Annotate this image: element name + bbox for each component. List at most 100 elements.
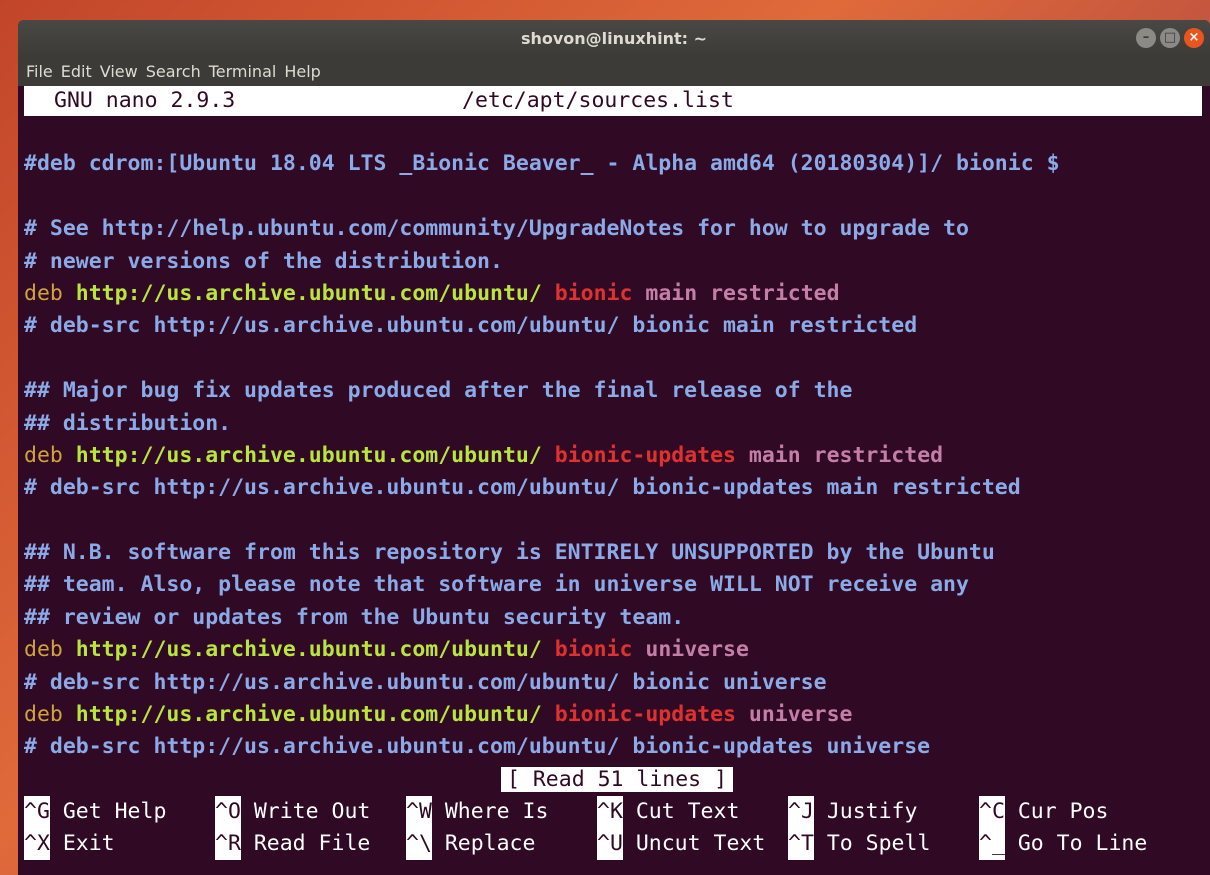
editor-line[interactable] xyxy=(24,181,1210,213)
components: universe xyxy=(645,637,749,663)
editor-line[interactable]: #deb cdrom:[Ubuntu 18.04 LTS _Bionic Bea… xyxy=(24,148,1210,180)
editor-content[interactable]: #deb cdrom:[Ubuntu 18.04 LTS _Bionic Bea… xyxy=(24,116,1210,764)
distribution: bionic xyxy=(554,280,633,306)
minimize-icon[interactable]: – xyxy=(1136,28,1156,48)
shortcut-item[interactable]: ^_ Go To Line xyxy=(979,827,1170,860)
menu-terminal[interactable]: Terminal xyxy=(209,62,277,81)
shortcut-label: Read File xyxy=(240,830,371,856)
comment-text: #deb cdrom:[Ubuntu 18.04 LTS _Bionic Bea… xyxy=(24,151,1060,177)
shortcut-label: To Spell xyxy=(813,830,931,856)
shortcut-label: Write Out xyxy=(240,798,371,824)
editor-line[interactable]: deb http://us.archive.ubuntu.com/ubuntu/… xyxy=(24,634,1210,666)
shortcut-key: ^K xyxy=(597,795,623,828)
comment-text: # See http://help.ubuntu.com/community/U… xyxy=(24,216,969,242)
editor-line[interactable] xyxy=(24,116,1210,148)
comment-text: ## distribution. xyxy=(24,410,232,436)
components: universe xyxy=(748,702,853,728)
menu-file[interactable]: File xyxy=(26,62,53,81)
shortcut-key: ^C xyxy=(979,795,1005,828)
menu-view[interactable]: View xyxy=(100,62,138,81)
shortcut-key: ^G xyxy=(24,795,50,828)
menu-edit[interactable]: Edit xyxy=(61,62,92,81)
shortcut-label: Justify xyxy=(813,798,918,824)
editor-line[interactable]: # newer versions of the distribution. xyxy=(24,246,1210,278)
deb-keyword: deb xyxy=(24,637,63,663)
maximize-icon[interactable]: □ xyxy=(1160,28,1180,48)
status-line: [ Read 51 lines ] xyxy=(24,764,1210,796)
comment-text: # deb-src http://us.archive.ubuntu.com/u… xyxy=(24,313,918,339)
comment-text: ## review or updates from the Ubuntu sec… xyxy=(24,604,685,630)
distribution: bionic-updates xyxy=(554,442,736,468)
editor-line[interactable]: deb http://us.archive.ubuntu.com/ubuntu/… xyxy=(24,699,1210,731)
shortcut-key: ^X xyxy=(24,827,50,860)
shortcut-item[interactable]: ^X Exit xyxy=(24,827,215,860)
shortcut-key: ^_ xyxy=(979,827,1005,860)
repo-url: http://us.archive.ubuntu.com/ubuntu/ xyxy=(75,702,542,728)
editor-line[interactable]: # deb-src http://us.archive.ubuntu.com/u… xyxy=(24,731,1210,763)
components: main restricted xyxy=(645,280,840,306)
terminal-area[interactable]: GNU nano 2.9.3 /etc/apt/sources.list #de… xyxy=(18,86,1210,860)
shortcut-key: ^T xyxy=(788,827,814,860)
editor-line[interactable]: # deb-src http://us.archive.ubuntu.com/u… xyxy=(24,667,1210,699)
file-name: /etc/apt/sources.list xyxy=(462,88,734,113)
shortcut-row: ^X Exit ^R Read File ^\ Replace ^U Uncut Te… xyxy=(24,827,1210,860)
deb-keyword: deb xyxy=(24,702,63,728)
shortcut-item[interactable]: ^G Get Help xyxy=(24,795,215,828)
repo-url: http://us.archive.ubuntu.com/ubuntu/ xyxy=(75,637,542,663)
shortcut-item[interactable]: ^O Write Out xyxy=(215,795,406,828)
shortcut-key: ^\ xyxy=(406,827,432,860)
shortcut-key: ^U xyxy=(597,827,623,860)
distribution: bionic-updates xyxy=(554,702,736,728)
shortcut-label: Exit xyxy=(49,830,115,856)
editor-line[interactable]: ## Major bug fix updates produced after … xyxy=(24,375,1210,407)
editor-line[interactable]: deb http://us.archive.ubuntu.com/ubuntu/… xyxy=(24,278,1210,310)
editor-line[interactable]: ## N.B. software from this repository is… xyxy=(24,537,1210,569)
nano-header: GNU nano 2.9.3 /etc/apt/sources.list xyxy=(24,86,1202,116)
editor-line[interactable]: # See http://help.ubuntu.com/community/U… xyxy=(24,213,1210,245)
shortcut-item[interactable]: ^R Read File xyxy=(215,827,406,860)
comment-text: ## Major bug fix updates produced after … xyxy=(24,378,853,404)
comment-text: # newer versions of the distribution. xyxy=(24,248,503,274)
shortcut-item[interactable]: ^K Cut Text xyxy=(597,795,788,828)
comment-text: ## N.B. software from this repository is… xyxy=(24,540,995,566)
shortcut-label: Uncut Text xyxy=(622,830,766,856)
title-bar[interactable]: shovon@linuxhint: ~ – □ × xyxy=(18,20,1210,56)
editor-line[interactable]: # deb-src http://us.archive.ubuntu.com/u… xyxy=(24,472,1210,504)
comment-text: # deb-src http://us.archive.ubuntu.com/u… xyxy=(24,669,827,695)
shortcut-key: ^W xyxy=(406,795,432,828)
repo-url: http://us.archive.ubuntu.com/ubuntu/ xyxy=(75,442,542,468)
editor-line[interactable]: ## distribution. xyxy=(24,408,1210,440)
shortcut-label: Go To Line xyxy=(1004,830,1148,856)
comment-text: # deb-src http://us.archive.ubuntu.com/u… xyxy=(24,734,931,760)
menu-help[interactable]: Help xyxy=(284,62,320,81)
shortcut-label: Replace xyxy=(431,830,536,856)
shortcut-label: Cur Pos xyxy=(1004,798,1109,824)
comment-text: # deb-src http://us.archive.ubuntu.com/u… xyxy=(24,475,1021,501)
editor-line[interactable] xyxy=(24,505,1210,537)
shortcut-item[interactable]: ^J Justify xyxy=(788,795,979,828)
shortcut-label: Get Help xyxy=(49,798,167,824)
shortcut-row: ^G Get Help ^O Write Out ^W Where Is ^K Cut… xyxy=(24,795,1210,828)
editor-line[interactable] xyxy=(24,343,1210,375)
shortcut-key: ^J xyxy=(788,795,814,828)
editor-line[interactable]: ## review or updates from the Ubuntu sec… xyxy=(24,602,1210,634)
shortcut-item[interactable]: ^U Uncut Text xyxy=(597,827,788,860)
editor-line[interactable]: deb http://us.archive.ubuntu.com/ubuntu/… xyxy=(24,440,1210,472)
status-message: [ Read 51 lines ] xyxy=(500,766,734,792)
shortcut-item[interactable]: ^W Where Is xyxy=(406,795,597,828)
editor-line[interactable]: ## team. Also, please note that software… xyxy=(24,569,1210,601)
shortcut-key: ^R xyxy=(215,827,241,860)
editor-line[interactable]: # deb-src http://us.archive.ubuntu.com/u… xyxy=(24,310,1210,342)
shortcut-item[interactable]: ^T To Spell xyxy=(788,827,979,860)
shortcut-item[interactable]: ^\ Replace xyxy=(406,827,597,860)
menu-bar: File Edit View Search Terminal Help xyxy=(18,56,1210,86)
close-icon[interactable]: × xyxy=(1184,28,1204,48)
distribution: bionic xyxy=(554,637,633,663)
shortcut-item[interactable]: ^C Cur Pos xyxy=(979,795,1170,828)
deb-keyword: deb xyxy=(24,280,63,306)
shortcut-key: ^O xyxy=(215,795,241,828)
shortcut-bar: ^G Get Help ^O Write Out ^W Where Is ^K Cut… xyxy=(24,795,1210,860)
components: main restricted xyxy=(748,442,944,468)
repo-url: http://us.archive.ubuntu.com/ubuntu/ xyxy=(75,280,542,306)
menu-search[interactable]: Search xyxy=(146,62,201,81)
